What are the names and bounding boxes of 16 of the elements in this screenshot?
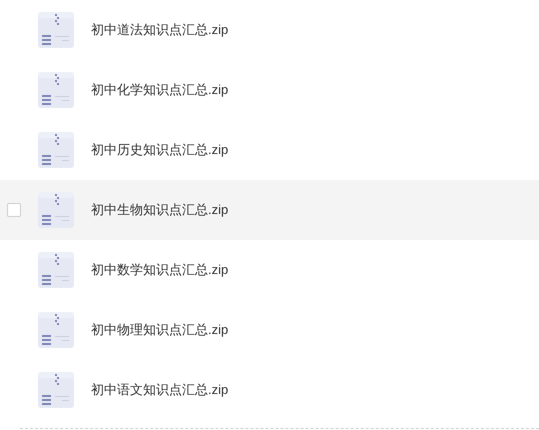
file-name: 初中道法知识点汇总.zip	[91, 21, 228, 40]
file-name: 初中数学知识点汇总.zip	[91, 261, 228, 280]
file-name: 初中物理知识点汇总.zip	[91, 321, 228, 340]
file-row[interactable]: 初中生物知识点汇总.zip	[0, 180, 539, 240]
archive-file-icon	[38, 192, 74, 228]
file-name: 初中化学知识点汇总.zip	[91, 81, 228, 100]
checkbox[interactable]	[7, 203, 21, 217]
archive-file-icon	[38, 132, 74, 168]
archive-file-icon	[38, 372, 74, 408]
file-name: 初中历史知识点汇总.zip	[91, 141, 228, 160]
archive-file-icon	[38, 72, 74, 108]
file-name: 初中语文知识点汇总.zip	[91, 381, 228, 400]
archive-file-icon	[38, 312, 74, 348]
archive-file-icon	[38, 252, 74, 288]
file-name: 初中生物知识点汇总.zip	[91, 201, 228, 220]
archive-file-icon	[38, 12, 74, 48]
